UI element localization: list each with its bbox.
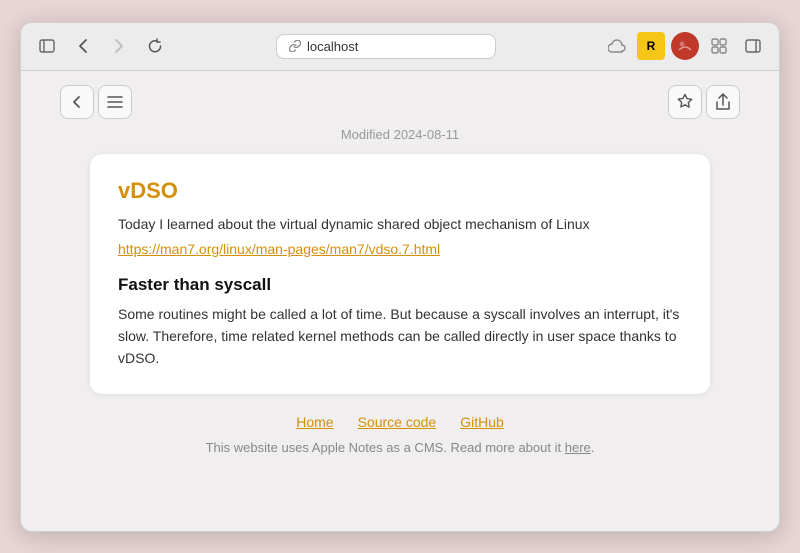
cloud-btn[interactable] — [603, 32, 631, 60]
back-btn[interactable] — [69, 32, 97, 60]
footer-home-link[interactable]: Home — [296, 414, 333, 430]
footer-note-text: This website uses Apple Notes as a CMS. … — [206, 440, 562, 455]
content-toolbar-right — [668, 85, 740, 119]
footer-note-end: . — [591, 440, 595, 455]
card-body: Some routines might be called a lot of t… — [118, 303, 682, 370]
footer-note: This website uses Apple Notes as a CMS. … — [90, 440, 710, 455]
card-intro: Today I learned about the virtual dynami… — [118, 214, 682, 235]
browser-window: localhost R — [20, 22, 780, 532]
sidebar-toggle-btn[interactable] — [33, 32, 61, 60]
footer: Home Source code GitHub This website use… — [90, 414, 710, 471]
modified-label: Modified 2024-08-11 — [21, 127, 779, 142]
card-title: vDSO — [118, 178, 682, 204]
browser-content: Modified 2024-08-11 vDSO Today I learned… — [21, 71, 779, 531]
share-btn[interactable] — [706, 85, 740, 119]
split-view-btn[interactable] — [739, 32, 767, 60]
reload-btn[interactable] — [141, 32, 169, 60]
footer-github-link[interactable]: GitHub — [460, 414, 504, 430]
forward-btn[interactable] — [105, 32, 133, 60]
article-card: vDSO Today I learned about the virtual d… — [90, 154, 710, 394]
browser-chrome: localhost R — [21, 23, 779, 71]
address-bar-wrap: localhost — [177, 34, 595, 59]
r-badge-btn[interactable]: R — [637, 32, 665, 60]
card-link[interactable]: https://man7.org/linux/man-pages/man7/vd… — [118, 241, 440, 257]
link-icon — [289, 40, 301, 52]
footer-links: Home Source code GitHub — [90, 414, 710, 430]
grid-btn[interactable] — [705, 32, 733, 60]
toolbar-right: R — [603, 32, 767, 60]
red-circle-btn[interactable] — [671, 32, 699, 60]
content-back-btn[interactable] — [60, 85, 94, 119]
card-subtitle: Faster than syscall — [118, 275, 682, 295]
footer-source-link[interactable]: Source code — [358, 414, 437, 430]
footer-note-link[interactable]: here — [565, 440, 591, 455]
address-text: localhost — [307, 39, 358, 54]
content-list-btn[interactable] — [98, 85, 132, 119]
favorite-btn[interactable] — [668, 85, 702, 119]
content-toolbar-left — [60, 85, 132, 119]
content-toolbar — [60, 71, 740, 127]
address-bar[interactable]: localhost — [276, 34, 496, 59]
